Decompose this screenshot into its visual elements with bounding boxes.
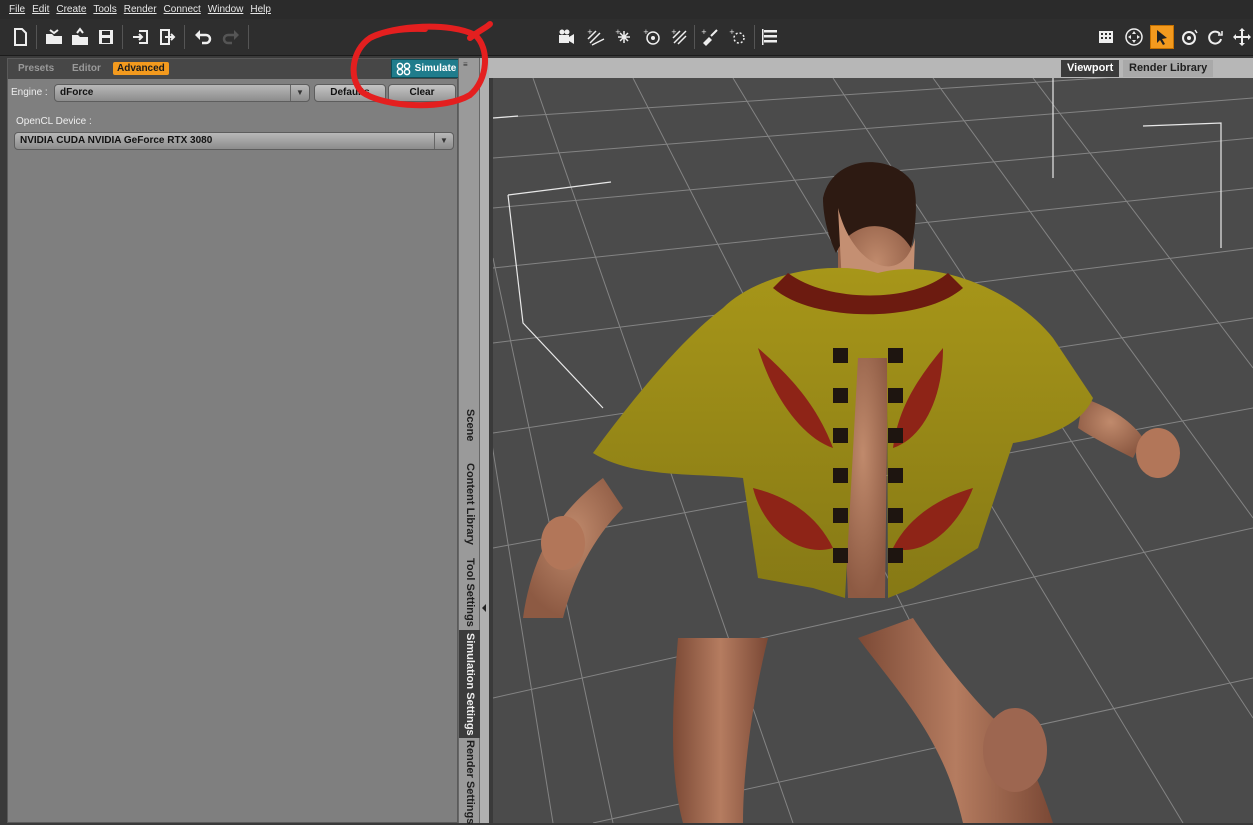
distant-light-icon[interactable]: + (642, 27, 662, 47)
viewport-scene[interactable] (493, 78, 1253, 823)
svg-text:+: + (587, 28, 593, 36)
svg-text:+: + (615, 28, 621, 36)
panel-splitter[interactable] (480, 58, 489, 823)
tab-tool-settings[interactable]: Tool Settings (459, 552, 481, 632)
move-tool-icon[interactable] (1232, 27, 1252, 47)
defaults-button[interactable]: Defaults (314, 84, 386, 102)
menu-render[interactable]: Render (124, 4, 157, 15)
tab-content-library[interactable]: Content Library (459, 456, 481, 551)
3d-viewport[interactable] (493, 78, 1253, 823)
grid-icon[interactable] (1096, 27, 1116, 47)
tab-render-library[interactable]: Render Library (1123, 60, 1214, 77)
point-light-icon[interactable]: + (614, 27, 634, 47)
viewport-tabbar: Viewport Render Library (489, 58, 1253, 78)
save-icon[interactable] (96, 27, 116, 47)
main-toolbar: + + + + + + (0, 19, 1253, 56)
menu-tools[interactable]: Tools (93, 4, 116, 15)
toolbar-separator (248, 25, 249, 49)
figure-model (523, 162, 1180, 823)
svg-text:+: + (729, 28, 735, 36)
simulate-button[interactable]: Simulate (391, 59, 461, 78)
svg-text:+: + (701, 28, 707, 36)
camera-icon[interactable] (556, 27, 576, 47)
simulate-label: Simulate (414, 63, 457, 74)
menu-file[interactable]: File (9, 4, 25, 15)
linear-light-icon[interactable]: + (670, 27, 690, 47)
align-icon[interactable] (760, 27, 780, 47)
toolbar-separator (122, 25, 123, 49)
import-icon[interactable] (131, 27, 151, 47)
panel-pin-icon[interactable]: ≡ (463, 60, 468, 69)
engine-value: dForce (60, 87, 94, 98)
menu-edit[interactable]: Edit (32, 4, 49, 15)
menu-create[interactable]: Create (56, 4, 86, 15)
svg-text:+: + (671, 28, 677, 36)
collapse-arrow-icon[interactable] (482, 604, 486, 612)
rotate-tool-icon[interactable] (1180, 27, 1200, 47)
toolbar-separator (694, 25, 695, 49)
tab-scene[interactable]: Scene (459, 398, 481, 453)
node-selection-icon[interactable] (1152, 27, 1172, 47)
simulation-settings-panel: Presets Editor Advanced Simulate Engine … (7, 58, 461, 823)
menu-bar: File Edit Create Tools Render Connect Wi… (0, 0, 1253, 19)
merge-icon[interactable] (70, 27, 90, 47)
tab-advanced[interactable]: Advanced (113, 62, 169, 75)
ambient-light-icon[interactable]: + (700, 27, 720, 47)
panel-tabbar: Presets Editor Advanced Simulate (8, 59, 461, 79)
menu-help[interactable]: Help (250, 4, 271, 15)
open-icon[interactable] (44, 27, 64, 47)
menu-window[interactable]: Window (208, 4, 244, 15)
engine-dropdown[interactable]: dForce ▼ (54, 84, 310, 102)
redo-icon[interactable] (221, 27, 241, 47)
new-file-icon[interactable] (10, 27, 30, 47)
engine-label: Engine : (11, 87, 48, 98)
tab-editor[interactable]: Editor (72, 63, 101, 74)
tab-viewport[interactable]: Viewport (1061, 60, 1120, 77)
svg-text:+: + (643, 28, 649, 36)
tab-simulation-settings[interactable]: Simulation Settings (459, 630, 481, 738)
chevron-down-icon: ▼ (434, 133, 453, 149)
spotlight-icon[interactable]: + (586, 27, 606, 47)
tab-presets[interactable]: Presets (18, 63, 54, 74)
toolbar-separator (184, 25, 185, 49)
simulate-icon (396, 62, 411, 75)
translate-tool-icon[interactable] (1206, 27, 1226, 47)
chevron-down-icon: ▼ (290, 85, 309, 101)
engine-row: Engine : dForce ▼ Defaults Clear (8, 83, 457, 103)
toolbar-separator (754, 25, 755, 49)
sky-light-icon[interactable]: + (728, 27, 748, 47)
opencl-device-value: NVIDIA CUDA NVIDIA GeForce RTX 3080 (20, 135, 213, 146)
clear-button[interactable]: Clear (388, 84, 456, 102)
opencl-device-dropdown[interactable]: NVIDIA CUDA NVIDIA GeForce RTX 3080 ▼ (14, 132, 454, 150)
universal-tool-icon[interactable] (1124, 27, 1144, 47)
opencl-device-label: OpenCL Device : (16, 116, 92, 127)
menu-connect[interactable]: Connect (164, 4, 201, 15)
undo-icon[interactable] (193, 27, 213, 47)
side-tab-column: ≡ Scene Content Library Tool Settings Si… (458, 58, 481, 825)
tab-render-settings[interactable]: Render Settings (459, 740, 481, 824)
toolbar-separator (36, 25, 37, 49)
export-icon[interactable] (157, 27, 177, 47)
